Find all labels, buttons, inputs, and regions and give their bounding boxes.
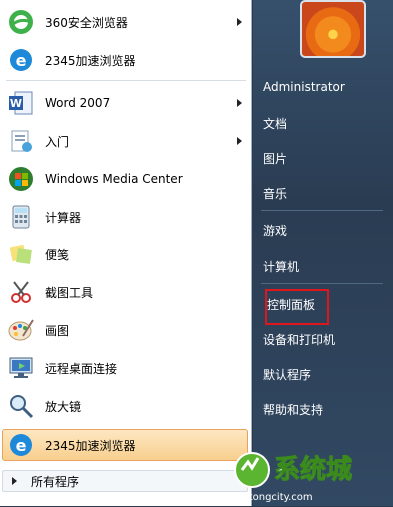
link-administrator[interactable]: Administrator xyxy=(263,80,345,94)
svg-text:e: e xyxy=(16,436,27,455)
program-label: Word 2007 xyxy=(45,96,111,110)
svg-text:W: W xyxy=(10,97,22,110)
all-programs-button[interactable]: 所有程序 xyxy=(2,470,248,492)
link-computer[interactable]: 计算机 xyxy=(263,258,299,275)
remote-desktop-icon xyxy=(5,352,37,384)
svg-text:xitongcity.com: xitongcity.com xyxy=(240,492,313,503)
getting-started-icon xyxy=(5,125,37,157)
submenu-arrow-icon[interactable] xyxy=(237,18,242,26)
program-2345-browser-highlighted[interactable]: e 2345加速浏览器 xyxy=(2,428,248,462)
submenu-arrow-icon[interactable] xyxy=(237,137,242,145)
program-calculator[interactable]: 计算器 xyxy=(2,200,248,234)
link-games[interactable]: 游戏 xyxy=(263,222,287,239)
ie-browser-icon: e xyxy=(5,44,37,76)
program-windows-media-center[interactable]: Windows Media Center xyxy=(2,162,248,196)
divider xyxy=(6,80,246,81)
program-label: 放大镜 xyxy=(45,399,82,414)
program-label: 2345加速浏览器 xyxy=(45,438,136,453)
program-paint[interactable]: 画图 xyxy=(2,313,248,347)
user-avatar[interactable] xyxy=(300,0,366,58)
submenu-arrow-icon[interactable] xyxy=(237,99,242,107)
link-help-and-support[interactable]: 帮助和支持 xyxy=(263,401,323,418)
svg-text:系统城: 系统城 xyxy=(274,454,352,485)
sticky-notes-icon xyxy=(5,238,37,270)
program-label: 远程桌面连接 xyxy=(45,361,118,376)
program-label: 画图 xyxy=(45,323,70,338)
link-documents[interactable]: 文档 xyxy=(263,115,287,132)
program-label: 2345加速浏览器 xyxy=(45,53,136,68)
control-panel-callout xyxy=(265,289,329,325)
word-icon: W xyxy=(5,87,37,119)
start-menu-programs-pane: 360安全浏览器 e 2345加速浏览器 W Word 2007 入门 Wind… xyxy=(0,0,252,506)
program-getting-started[interactable]: 入门 xyxy=(2,124,248,158)
link-music[interactable]: 音乐 xyxy=(263,185,287,202)
divider xyxy=(261,210,383,211)
program-label: 计算器 xyxy=(45,210,82,225)
link-default-programs[interactable]: 默认程序 xyxy=(263,366,311,383)
magnifier-icon xyxy=(5,390,37,422)
paint-icon xyxy=(5,314,37,346)
link-devices-and-printers[interactable]: 设备和打印机 xyxy=(263,331,335,348)
program-word-2007[interactable]: W Word 2007 xyxy=(2,86,248,120)
program-magnifier[interactable]: 放大镜 xyxy=(2,389,248,423)
start-menu-places-pane: Administrator 文档 图片 音乐 游戏 计算机 控制面板 设备和打印… xyxy=(253,0,393,506)
program-label: 360安全浏览器 xyxy=(45,15,128,30)
program-remote-desktop[interactable]: 远程桌面连接 xyxy=(2,351,248,385)
program-360-browser[interactable]: 360安全浏览器 xyxy=(2,5,248,39)
all-programs-label: 所有程序 xyxy=(31,474,80,489)
svg-text:e: e xyxy=(16,51,27,70)
program-label: Windows Media Center xyxy=(45,172,183,186)
program-2345-browser[interactable]: e 2345加速浏览器 xyxy=(2,43,248,77)
expand-arrow-icon xyxy=(12,477,17,485)
watermark-logo: 系统城 xitongcity.com xyxy=(232,444,392,504)
media-center-icon xyxy=(5,163,37,195)
calculator-icon xyxy=(5,201,37,233)
360-browser-icon xyxy=(5,6,37,38)
divider xyxy=(261,283,383,284)
program-label: 入门 xyxy=(45,134,70,149)
program-label: 便笺 xyxy=(45,247,70,262)
program-sticky-notes[interactable]: 便笺 xyxy=(2,237,248,271)
program-label: 截图工具 xyxy=(45,285,94,300)
snipping-tool-icon xyxy=(5,276,37,308)
ie-browser-icon: e xyxy=(5,429,37,461)
link-pictures[interactable]: 图片 xyxy=(263,150,287,167)
program-snipping-tool[interactable]: 截图工具 xyxy=(2,275,248,309)
